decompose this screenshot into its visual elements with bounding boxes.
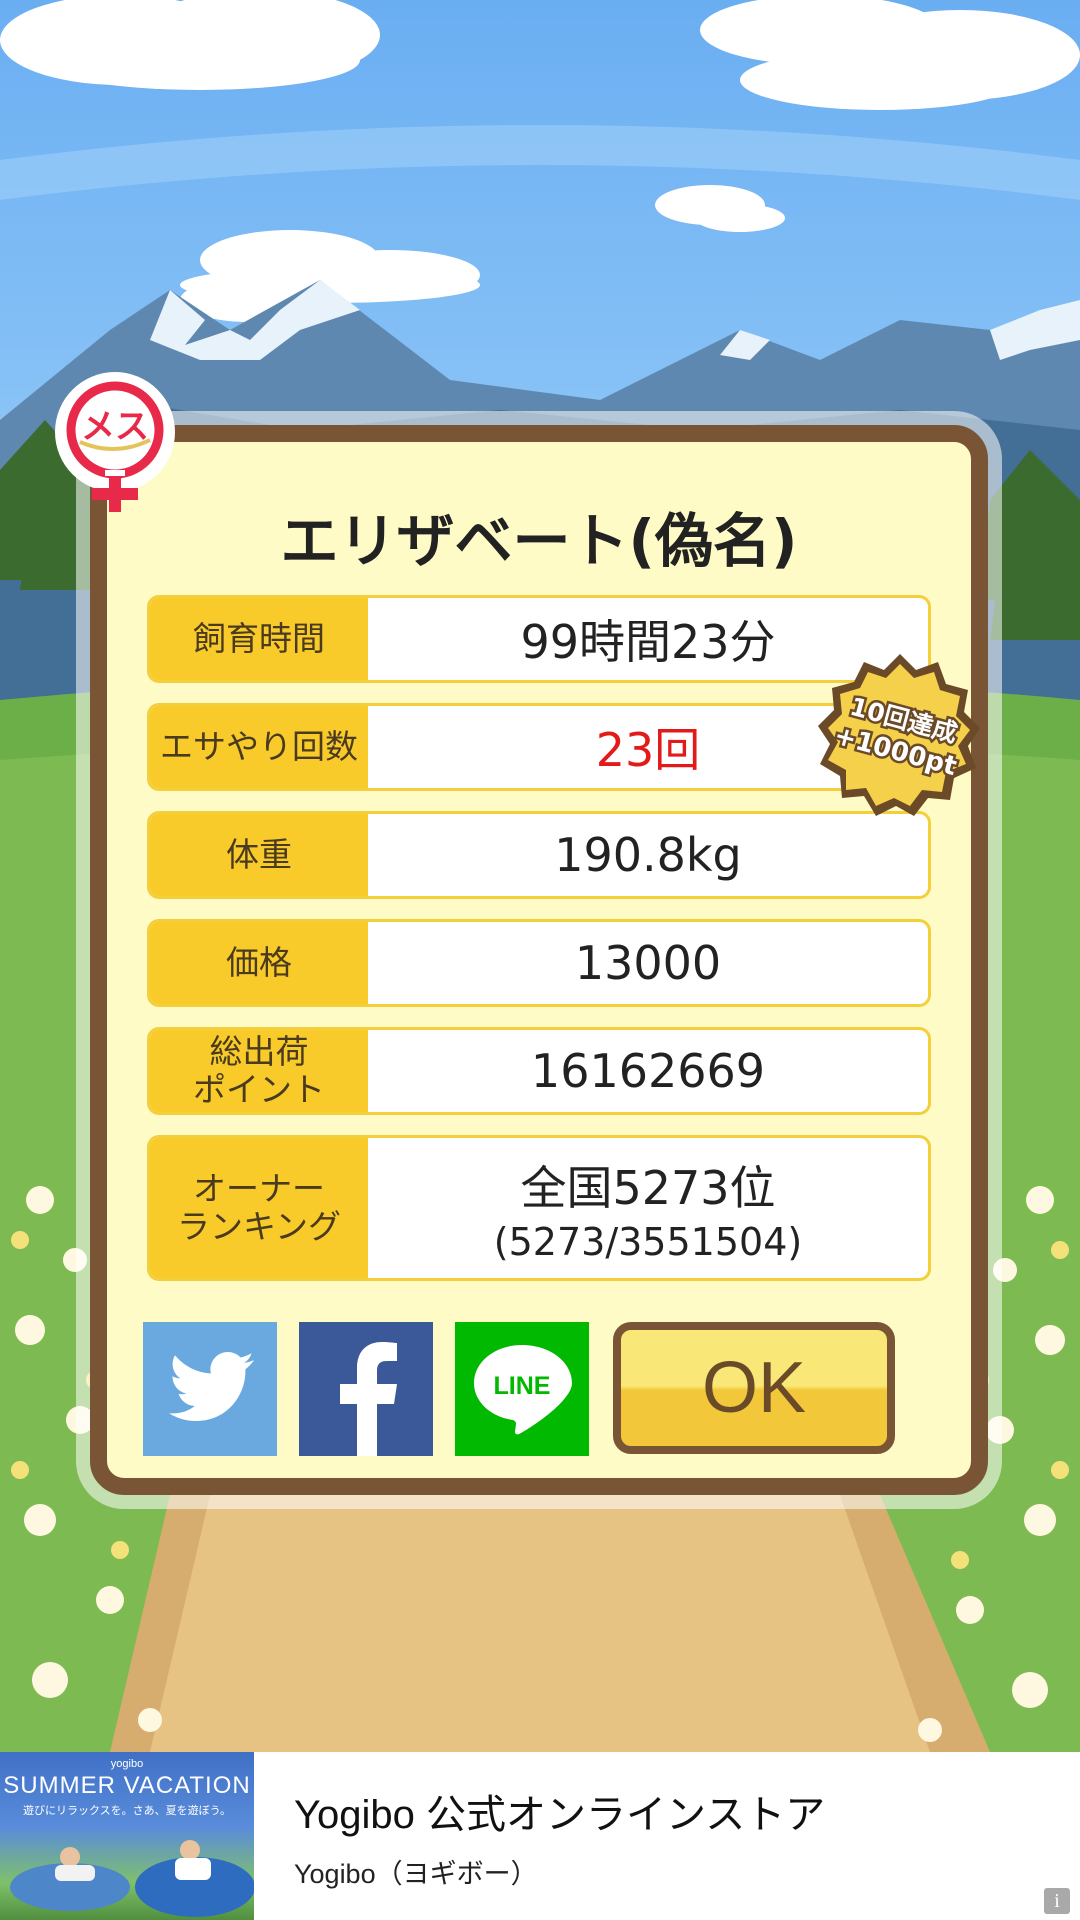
ok-button[interactable]: OK [613,1322,895,1454]
share-line-button[interactable]: LINE [455,1322,589,1456]
pet-name: エリザベート(偽名) [280,507,798,575]
twitter-bird-icon [169,1352,254,1421]
stat-value: 13000 [574,936,722,990]
stat-row-feed-count: エサやり回数 23回 [147,703,931,791]
stat-label: 飼育時間 [150,598,368,680]
ranking-national: 全国5273位 [520,1161,776,1215]
line-label: LINE [494,1372,551,1400]
gender-label: メス [81,407,149,447]
ad-subtitle[interactable]: Yogibo（ヨギボー） [294,1852,538,1891]
stat-row-weight: 体重 190.8kg [147,811,931,899]
line-bubble-icon: LINE [474,1345,572,1435]
stat-row-total-shipping-points: 総出荷 ポイント 16162669 [147,1027,931,1115]
ad-image-photo [10,1840,254,1917]
ad-banner[interactable]: yogibo SUMMER VACATION 遊びにリラックスを。さあ、夏を遊ぼ… [0,1752,1080,1920]
stat-label: エサやり回数 [150,706,368,788]
ad-title[interactable]: Yogibo 公式オンラインストア [294,1782,825,1840]
stat-label: オーナー ランキング [150,1138,368,1278]
stat-value: 190.8kg [554,828,742,882]
stat-label: 体重 [150,814,368,896]
achievement-badge: 10回達成 +1000pt [818,654,980,816]
ad-info-icon[interactable]: i [1044,1888,1070,1914]
ranking-fraction: (5273/3551504) [493,1220,803,1264]
facebook-f-icon [340,1342,397,1456]
ad-image[interactable]: yogibo SUMMER VACATION 遊びにリラックスを。さあ、夏を遊ぼ… [0,1752,254,1920]
female-gender-icon: メス [55,372,175,512]
share-facebook-button[interactable] [299,1322,433,1456]
stat-row-price: 価格 13000 [147,919,931,1007]
stat-row-breeding-time: 飼育時間 99時間23分 [147,595,931,683]
stat-row-owner-ranking: オーナー ランキング 全国5273位 (5273/3551504) [147,1135,931,1281]
stat-value: 全国5273位 (5273/3551504) [368,1138,928,1278]
share-twitter-button[interactable] [143,1322,277,1456]
stat-label: 総出荷 ポイント [150,1030,368,1112]
pet-status-dialog: エリザベート(偽名) 飼育時間 99時間23分 エサやり回数 23回 体重 19… [90,425,988,1495]
stat-label: 価格 [150,922,368,1004]
stat-value: 16162669 [530,1044,766,1098]
